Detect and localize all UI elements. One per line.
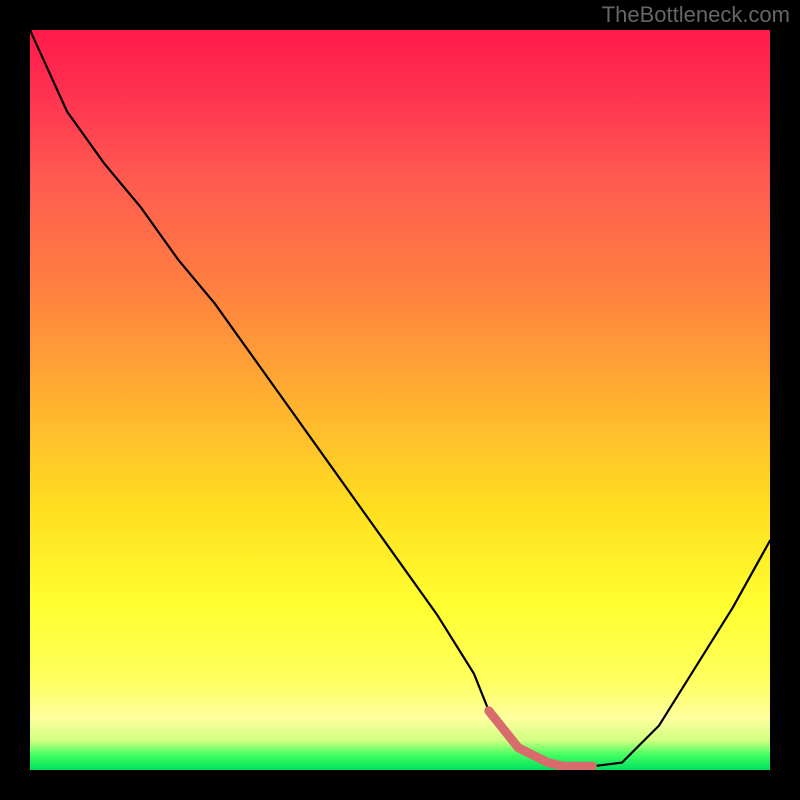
chart-svg (30, 30, 770, 770)
watermark-text: TheBottleneck.com (602, 2, 790, 28)
optimal-range-marker (489, 711, 593, 767)
bottleneck-curve (30, 30, 770, 766)
plot-area (30, 30, 770, 770)
